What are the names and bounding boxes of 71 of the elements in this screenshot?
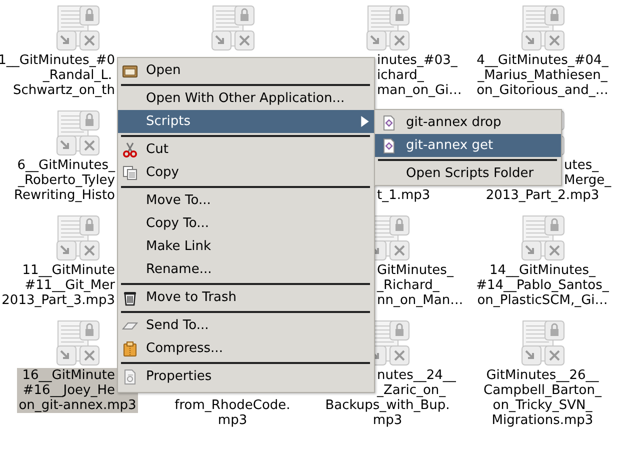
file-name[interactable]: Backups_with_Bup. [325,398,450,413]
file-icon [520,320,564,366]
file-icon [56,215,100,261]
package-icon [122,341,138,357]
file-name[interactable]: 14__GitMinutes_ [489,263,596,278]
menu-item[interactable]: Move to Trash [118,286,374,309]
file-name[interactable]: 11__GitMinute [22,263,115,278]
file-name[interactable]: _Zaric_on_ [377,383,446,398]
file-icon [210,5,254,51]
file-name[interactable]: mp3 [372,413,402,428]
file-name[interactable]: GitMinutes__26__ [486,368,599,383]
submenu-arrow-icon [361,116,369,127]
folder-icon [122,63,138,79]
file-name[interactable]: _Roberto_Tyley [18,173,115,188]
file-name[interactable]: nn_on_Man… [377,293,464,308]
file-name[interactable]: #11__Git_Mer [24,278,115,293]
file-name[interactable]: man_on_Gi… [377,83,462,98]
menu-item[interactable]: Open [118,59,374,82]
file-icon [56,110,100,156]
menu-item[interactable]: Move To... [118,189,374,212]
script-icon [381,115,397,131]
file-name[interactable]: t_1.mp3 [377,188,430,203]
file-name[interactable]: Campbell_Barton_ [484,383,602,398]
menu-item[interactable]: Copy [118,161,374,184]
file-name[interactable]: #16__Joey_He [22,383,115,398]
file-name[interactable]: 6__GitMinutes_ [17,158,115,173]
file-icon [520,215,564,261]
menu-item[interactable]: Compress... [118,337,374,360]
menu-item[interactable]: Send To... [118,314,374,337]
file-name[interactable]: on_Tricky_SVN_ [492,398,592,413]
file-name[interactable]: inutes_#03_ [377,53,458,68]
file-name[interactable]: 4__GitMinutes_#04_ [476,53,608,68]
file-name[interactable]: Migrations.mp3 [492,413,594,428]
file-name[interactable]: on_git-annex.mp3 [18,398,136,413]
menu-item[interactable]: git-annex get [375,134,561,157]
copy-icon [122,165,138,181]
script-icon [381,138,397,154]
menu-item[interactable]: Open Scripts Folder [375,162,561,185]
file-name[interactable]: _Richard_ [377,278,440,293]
file-icon [366,5,410,51]
document-icon [122,369,138,385]
file-icon [56,320,100,366]
file-icon [520,5,564,51]
file-name[interactable]: on_PlasticSCM,_Gi… [477,293,608,308]
file-name[interactable]: Schwartz_on_th [12,83,115,98]
menu-item[interactable]: Cut [118,138,374,161]
file-icon [56,5,100,51]
file-name[interactable]: Merge_ [564,173,612,188]
file-name[interactable]: 2013_Part_3.mp3 [2,293,115,308]
menu-item[interactable]: Make Link [118,235,374,258]
file-name[interactable]: _Randal_L. [42,68,112,83]
file-name[interactable]: _Marius_Mathiesen_ [478,68,608,83]
scissors-icon [122,142,138,158]
file-name[interactable]: nutes__24__ [377,368,456,383]
file-name[interactable]: ichard_ [377,68,424,83]
file-name[interactable]: Rewriting_Histo [14,188,115,203]
file-name[interactable]: from_RhodeCode. [174,398,290,413]
file-name[interactable]: 16__GitMinute [22,368,115,383]
menu-item[interactable]: git-annex drop [375,111,561,134]
file-name[interactable]: GitMinutes_ [377,263,454,278]
menu-item[interactable]: Open With Other Application... [118,87,374,110]
file-name[interactable]: on_Gitorious_and_… [476,83,608,98]
file-name[interactable]: mp3 [218,413,248,428]
menu-item[interactable]: Properties [118,365,374,388]
menu-item[interactable]: Scripts [118,110,374,133]
menu-item[interactable]: Copy To... [118,212,374,235]
file-name[interactable]: utes_ [564,158,599,173]
file-name[interactable]: #14__Pablo_Santos_ [476,278,609,293]
trash-icon [122,290,138,306]
file-name[interactable]: 2013_Part_2.mp3 [486,188,600,203]
menu-item[interactable]: Rename... [118,258,374,281]
